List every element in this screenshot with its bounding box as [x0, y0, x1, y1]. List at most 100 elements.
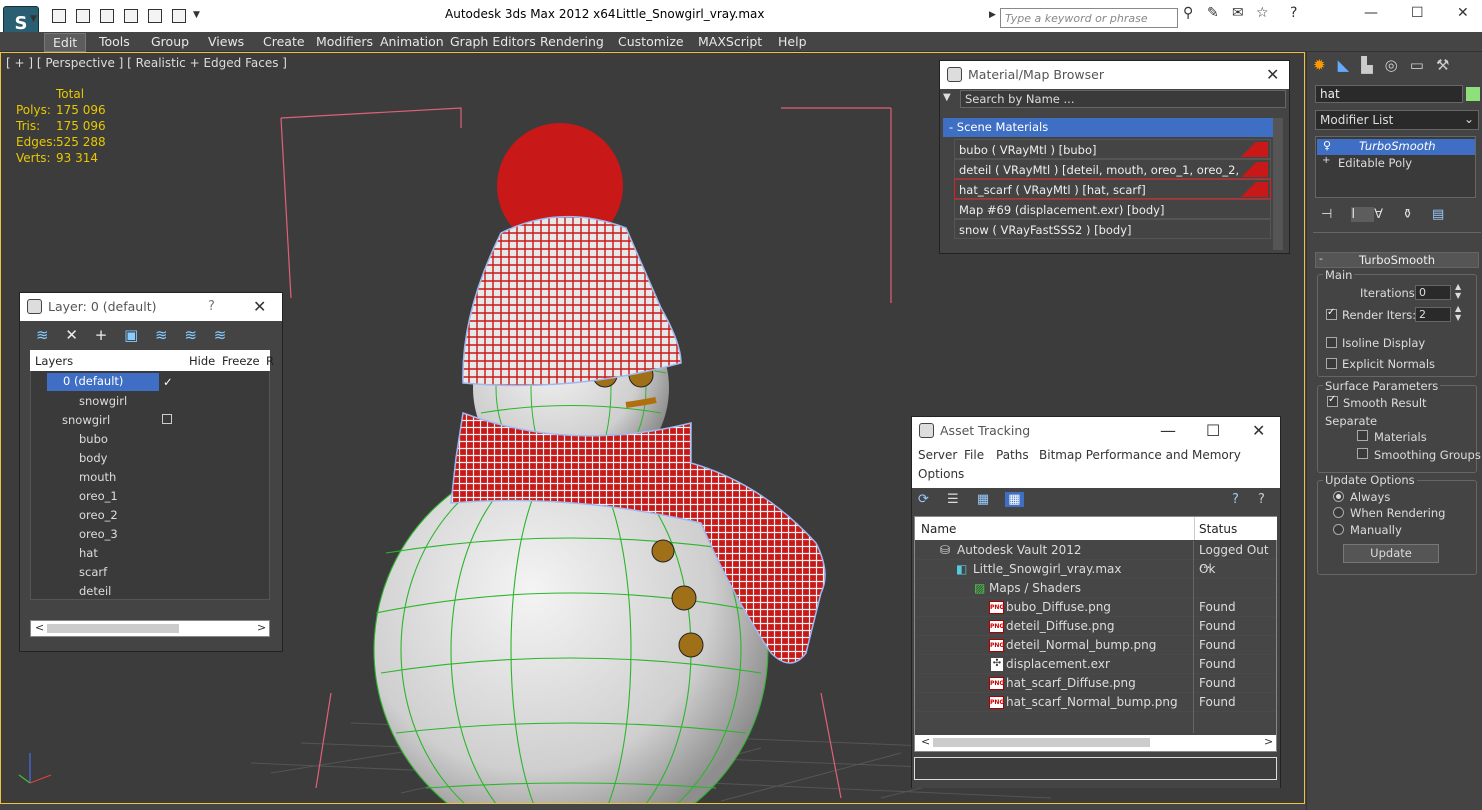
- asset-minimize-icon[interactable]: —: [1160, 421, 1176, 440]
- manually-radio[interactable]: [1333, 524, 1344, 535]
- scroll-thumb[interactable]: [47, 624, 179, 633]
- rollout-collapse-icon[interactable]: -: [1319, 252, 1323, 265]
- asset-row[interactable]: PNG bubo_Diffuse.png Found: [916, 598, 1276, 617]
- create-layer-icon[interactable]: ≋: [36, 326, 49, 344]
- create-tab-icon[interactable]: ✹: [1313, 56, 1338, 74]
- menu-views[interactable]: Views: [200, 33, 252, 50]
- list-view-icon[interactable]: ☰: [947, 492, 959, 507]
- close-icon[interactable]: ✕: [1457, 5, 1469, 21]
- material-item[interactable]: bubo ( VRayMtl ) [bubo]: [954, 139, 1271, 159]
- quick-access-dropdown-icon[interactable]: ▼: [193, 10, 200, 20]
- communication-icon[interactable]: ✉: [1232, 5, 1244, 21]
- stack-item-turbosmooth[interactable]: TurboSmooth: [1317, 139, 1475, 155]
- asset-menu-options[interactable]: Options: [918, 467, 964, 481]
- asset-scroll-left-icon[interactable]: <: [921, 735, 930, 748]
- asset-menu-file[interactable]: File: [964, 448, 984, 462]
- menu-maxscript[interactable]: MAXScript: [690, 33, 770, 50]
- render-iters-spinner[interactable]: 2: [1415, 307, 1451, 322]
- binoculars-icon[interactable]: ⚲: [1183, 5, 1193, 21]
- asset-row[interactable]: PNG hat_scarf_Normal_bump.png Found: [916, 693, 1276, 712]
- turbosmooth-rollout-header[interactable]: TurboSmooth: [1315, 252, 1479, 268]
- hold-icon[interactable]: [148, 9, 162, 23]
- menu-graph-editors[interactable]: Graph Editors: [442, 33, 544, 50]
- asset-menu-bitmap[interactable]: Bitmap Performance and Memory: [1039, 448, 1241, 462]
- col-render[interactable]: R: [266, 354, 274, 368]
- maximize-icon[interactable]: ☐: [1411, 5, 1424, 21]
- layer-row[interactable]: mouth: [31, 468, 269, 487]
- add-to-layer-icon[interactable]: +: [95, 326, 108, 344]
- asset-tracking-titlebar[interactable]: Asset Tracking — ☐ ✕: [912, 417, 1280, 445]
- vault-help-icon[interactable]: ?: [1232, 492, 1239, 507]
- material-item[interactable]: hat_scarf ( VRayMtl ) [hat, scarf]: [954, 179, 1271, 199]
- asset-row[interactable]: PNG deteil_Diffuse.png Found: [916, 617, 1276, 636]
- menu-tools[interactable]: Tools: [91, 33, 138, 50]
- update-button[interactable]: Update: [1343, 544, 1439, 563]
- when-rendering-radio[interactable]: [1333, 507, 1344, 518]
- display-tab-icon[interactable]: ▭: [1410, 56, 1436, 74]
- smooth-result-checkbox[interactable]: [1327, 394, 1338, 407]
- viewport-label[interactable]: [ + ] [ Perspective ] [ Realistic + Edge…: [6, 56, 287, 70]
- material-search-input[interactable]: Search by Name ...: [960, 90, 1286, 108]
- delete-layer-icon[interactable]: ✕: [65, 326, 78, 344]
- layer-row[interactable]: oreo_3: [31, 525, 269, 544]
- asset-row[interactable]: ✣ displacement.exr Found: [916, 655, 1276, 674]
- layer-row[interactable]: oreo_2: [31, 506, 269, 525]
- col-status[interactable]: Status: [1199, 522, 1237, 536]
- layer-row[interactable]: snowgirl: [31, 411, 269, 430]
- layer-close-icon[interactable]: ✕: [253, 297, 266, 316]
- asset-scroll-thumb[interactable]: [933, 738, 1150, 747]
- menu-group[interactable]: Group: [143, 33, 197, 50]
- material-vscrollbar[interactable]: [1273, 118, 1283, 250]
- thumbnail-view-icon[interactable]: ▦: [977, 492, 989, 507]
- vault-settings-icon[interactable]: ?: [1258, 492, 1265, 507]
- browser-options-icon[interactable]: ▼: [943, 92, 951, 103]
- asset-scroll-right-icon[interactable]: >: [1264, 735, 1273, 748]
- scroll-left-icon[interactable]: <: [35, 621, 44, 634]
- pin-stack-icon[interactable]: ⊣: [1321, 207, 1351, 222]
- layer-row[interactable]: body: [31, 449, 269, 468]
- stack-item-editable-poly[interactable]: Editable Poly: [1325, 156, 1412, 170]
- layer-row[interactable]: deteil: [31, 582, 269, 601]
- iterations-arrows-icon[interactable]: ▲ ▼: [1455, 282, 1461, 300]
- search-input[interactable]: Type a keyword or phrase: [1000, 8, 1178, 28]
- scroll-right-icon[interactable]: >: [257, 621, 266, 634]
- asset-row[interactable]: ⛁ Autodesk Vault 2012 Logged Out ...: [916, 541, 1276, 571]
- table-view-icon[interactable]: ▦: [1005, 492, 1024, 507]
- asset-hscrollbar[interactable]: < >: [915, 735, 1276, 751]
- redo-icon[interactable]: [124, 9, 138, 23]
- make-unique-icon[interactable]: ∀: [1374, 207, 1402, 222]
- help-icon[interactable]: ?: [1290, 5, 1297, 21]
- menu-create[interactable]: Create: [255, 33, 313, 50]
- asset-row[interactable]: ◧ Little_Snowgirl_vray.max Ok: [916, 560, 1276, 579]
- layer-hscrollbar[interactable]: < >: [30, 620, 270, 637]
- modifier-list-dropdown[interactable]: Modifier List ⌄: [1315, 110, 1479, 130]
- asset-row[interactable]: PNG deteil_Normal_bump.png Found: [916, 636, 1276, 655]
- logo-dropdown-icon[interactable]: ▼: [30, 14, 37, 24]
- asset-close-icon[interactable]: ✕: [1252, 421, 1265, 440]
- layer-row-default[interactable]: 0 (default) ✓: [31, 373, 269, 392]
- open-icon[interactable]: [52, 9, 66, 23]
- material-browser-titlebar[interactable]: Material/Map Browser ✕: [940, 61, 1289, 89]
- set-current-icon[interactable]: [162, 414, 172, 424]
- search-expand-icon[interactable]: ▶: [989, 10, 996, 20]
- asset-maximize-icon[interactable]: ☐: [1206, 421, 1220, 440]
- material-item[interactable]: Map #69 (displacement.exr) [body]: [954, 199, 1271, 219]
- lightbulb-icon[interactable]: ♀: [1323, 139, 1331, 152]
- show-end-result-icon[interactable]: Ⅰ: [1351, 207, 1375, 222]
- layer-row[interactable]: bubo: [31, 430, 269, 449]
- configure-sets-icon[interactable]: ▤: [1432, 207, 1463, 222]
- save-icon[interactable]: [76, 9, 90, 23]
- asset-menu-paths[interactable]: Paths: [996, 448, 1029, 462]
- freeze-all-icon[interactable]: ≋: [214, 326, 227, 344]
- col-freeze[interactable]: Freeze: [222, 354, 260, 368]
- menu-modifiers[interactable]: Modifiers: [308, 33, 381, 50]
- asset-row[interactable]: PNG hat_scarf_Diffuse.png Found: [916, 674, 1276, 693]
- refresh-icon[interactable]: ⟳: [918, 492, 929, 507]
- always-radio[interactable]: [1333, 491, 1344, 502]
- minimize-icon[interactable]: —: [1364, 5, 1378, 21]
- object-color-swatch[interactable]: [1466, 87, 1480, 101]
- layer-row[interactable]: hat: [31, 544, 269, 563]
- col-layers[interactable]: Layers: [35, 354, 73, 368]
- asset-menu-server[interactable]: Server: [918, 448, 957, 462]
- remove-modifier-icon[interactable]: ⚱: [1402, 207, 1432, 222]
